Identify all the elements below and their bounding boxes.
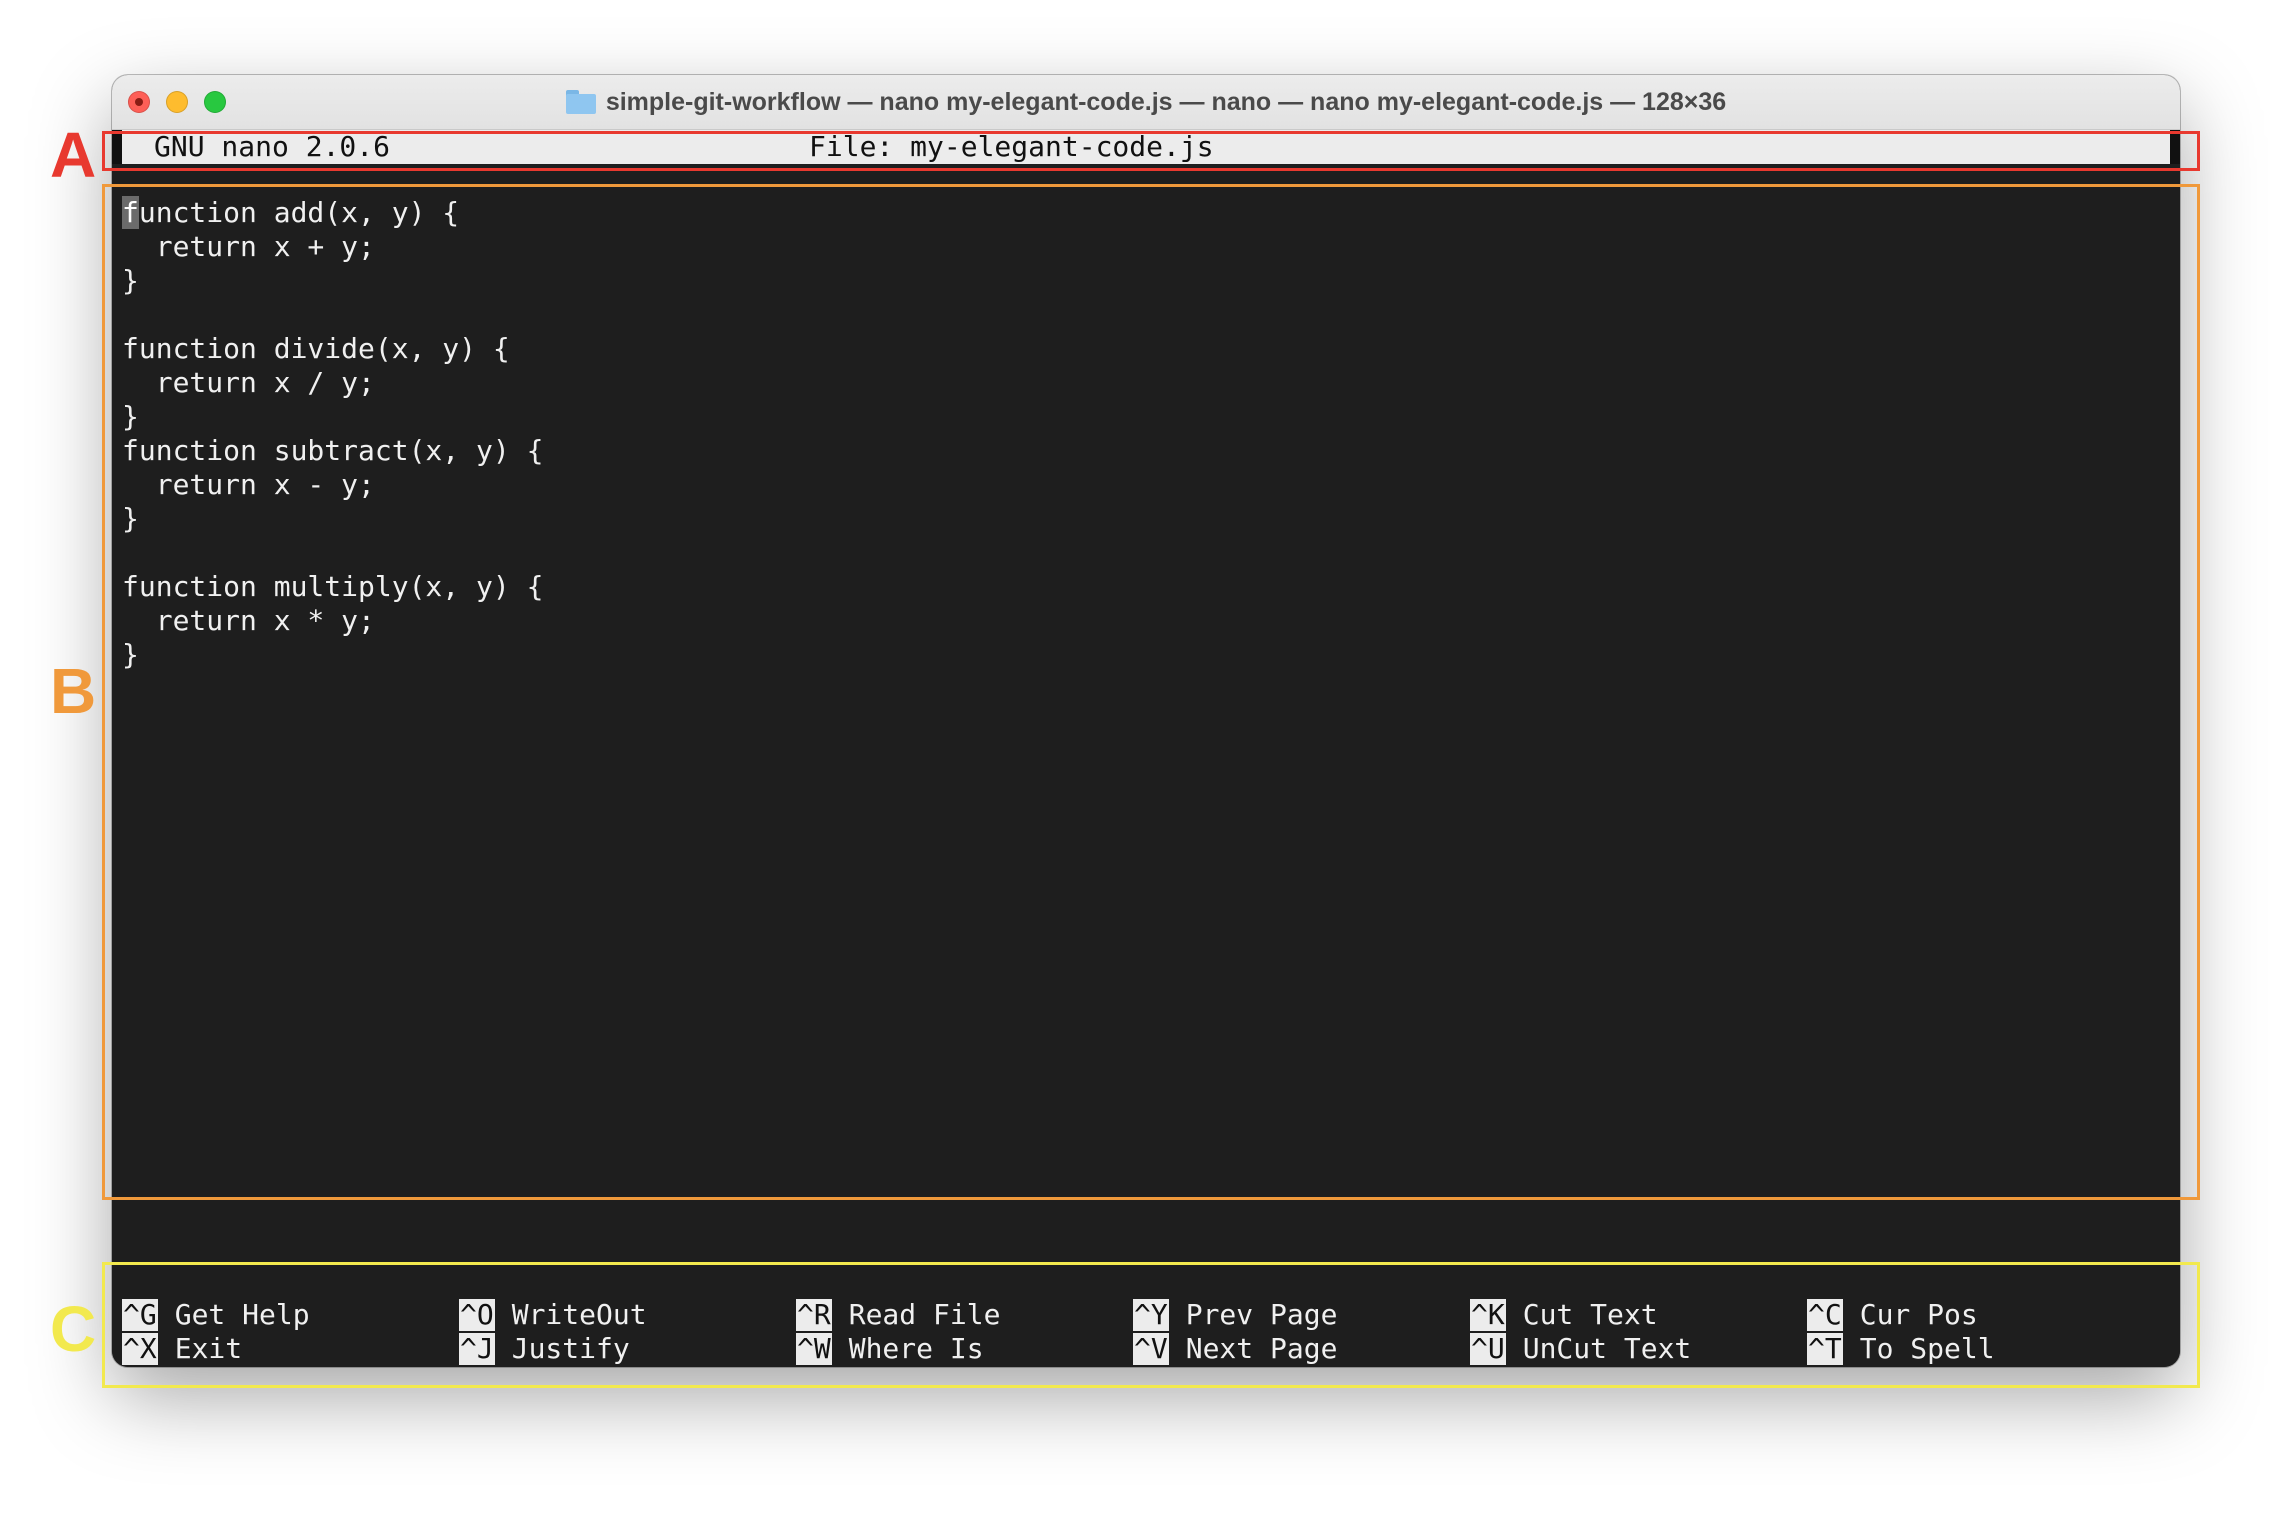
shortcut-key: ^G xyxy=(122,1298,158,1331)
shortcut-key: ^X xyxy=(122,1332,158,1365)
shortcut-read-file[interactable]: ^R Read File xyxy=(796,1298,1000,1332)
shortcut-key: ^C xyxy=(1807,1298,1843,1331)
header-edge-left xyxy=(112,130,122,164)
code-line: function subtract(x, y) { xyxy=(122,434,544,467)
nano-file-name: File: my-elegant-code.js xyxy=(809,130,1214,163)
nano-version: GNU nano 2.0.6 xyxy=(154,130,391,163)
code-line: return x - y; xyxy=(122,468,375,501)
code-line: return x * y; xyxy=(122,604,375,637)
code-line: function divide(x, y) { xyxy=(122,332,510,365)
header-edge-right xyxy=(2170,130,2180,164)
shortcut-key: ^J xyxy=(459,1332,495,1365)
shortcut-key: ^R xyxy=(796,1298,832,1331)
terminal-window: simple-git-workflow — nano my-elegant-co… xyxy=(112,75,2180,1367)
close-window-button[interactable] xyxy=(128,91,150,113)
shortcut-key: ^V xyxy=(1133,1332,1169,1365)
zoom-window-button[interactable] xyxy=(204,91,226,113)
code-line: } xyxy=(122,638,139,671)
editor-text-area[interactable]: function add(x, y) { return x + y; } fun… xyxy=(122,196,543,672)
minimize-window-button[interactable] xyxy=(166,91,188,113)
nano-shortcut-bar: ^G Get Help ^X Exit ^O WriteOut ^J Justify ^… xyxy=(122,1298,2172,1366)
shortcut-justify[interactable]: ^J Justify xyxy=(459,1332,630,1366)
folder-icon xyxy=(565,90,596,114)
terminal-content[interactable]: GNU nano 2.0.6 File: my-elegant-code.js … xyxy=(112,130,2180,1367)
code-line-text: unction add(x, y) { xyxy=(138,196,460,229)
window-title: simple-git-workflow — nano my-elegant-co… xyxy=(565,87,1727,117)
shortcut-writeout[interactable]: ^O WriteOut xyxy=(459,1298,647,1332)
shortcut-get-help[interactable]: ^G Get Help xyxy=(122,1298,310,1332)
window-title-text: simple-git-workflow — nano my-elegant-co… xyxy=(605,87,1727,116)
shortcut-prev-page[interactable]: ^Y Prev Page xyxy=(1133,1298,1337,1332)
shortcut-label: To Spell xyxy=(1859,1332,1995,1365)
code-line: function multiply(x, y) { xyxy=(122,570,544,603)
code-line: return x + y; xyxy=(122,230,375,263)
shortcut-key: ^Y xyxy=(1133,1298,1169,1331)
shortcut-label: Prev Page xyxy=(1185,1298,1338,1331)
annotation-label-c: C xyxy=(50,1293,97,1365)
shortcut-label: Get Help xyxy=(174,1298,310,1331)
shortcut-label: Cur Pos xyxy=(1859,1298,1978,1331)
shortcut-cur-pos[interactable]: ^C Cur Pos xyxy=(1807,1298,1978,1332)
shortcut-label: UnCut Text xyxy=(1522,1332,1692,1365)
code-line: return x / y; xyxy=(122,366,375,399)
code-line: } xyxy=(122,264,139,297)
title-bar[interactable]: simple-git-workflow — nano my-elegant-co… xyxy=(112,75,2180,130)
annotation-label-a: A xyxy=(50,119,97,191)
shortcut-label: Justify xyxy=(511,1332,630,1365)
annotation-label-b: B xyxy=(50,655,97,727)
shortcut-key: ^K xyxy=(1470,1298,1506,1331)
text-cursor: f xyxy=(122,196,139,229)
shortcut-where-is[interactable]: ^W Where Is xyxy=(796,1332,984,1366)
shortcut-key: ^U xyxy=(1470,1332,1506,1365)
nano-header-bar: GNU nano 2.0.6 File: my-elegant-code.js xyxy=(112,130,2180,164)
shortcut-label: Cut Text xyxy=(1522,1298,1658,1331)
shortcut-cut-text[interactable]: ^K Cut Text xyxy=(1470,1298,1658,1332)
code-line: function add(x, y) { xyxy=(122,196,543,230)
shortcut-label: WriteOut xyxy=(511,1298,647,1331)
window-controls xyxy=(128,91,226,113)
shortcut-uncut-text[interactable]: ^U UnCut Text xyxy=(1470,1332,1691,1366)
shortcut-label: Next Page xyxy=(1185,1332,1338,1365)
shortcut-key: ^W xyxy=(796,1332,832,1365)
shortcut-label: Where Is xyxy=(848,1332,984,1365)
code-line: } xyxy=(122,502,139,535)
code-line: } xyxy=(122,400,139,433)
shortcut-to-spell[interactable]: ^T To Spell xyxy=(1807,1332,1995,1366)
shortcut-label: Exit xyxy=(174,1332,243,1365)
shortcut-label: Read File xyxy=(848,1298,1001,1331)
shortcut-exit[interactable]: ^X Exit xyxy=(122,1332,242,1366)
shortcut-key: ^O xyxy=(459,1298,495,1331)
shortcut-key: ^T xyxy=(1807,1332,1843,1365)
shortcut-next-page[interactable]: ^V Next Page xyxy=(1133,1332,1337,1366)
